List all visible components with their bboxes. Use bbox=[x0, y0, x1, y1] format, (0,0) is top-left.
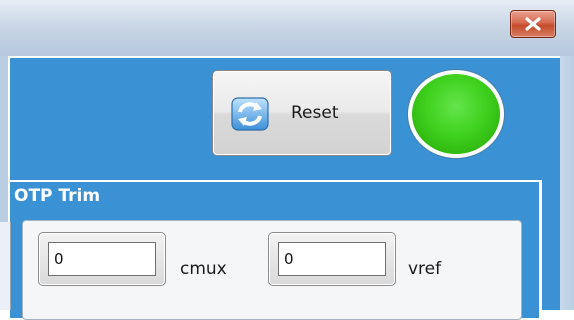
otp-trim-title: OTP Trim bbox=[14, 186, 101, 206]
vref-input[interactable] bbox=[279, 243, 385, 275]
window-title-bar bbox=[0, 0, 574, 57]
reset-button[interactable]: Reset bbox=[212, 70, 392, 156]
reset-label: Reset bbox=[291, 103, 339, 123]
cmux-field bbox=[38, 232, 166, 286]
cmux-input[interactable] bbox=[49, 243, 155, 275]
status-indicator-led bbox=[408, 70, 504, 158]
vref-label: vref bbox=[408, 259, 442, 279]
vref-field bbox=[268, 232, 396, 286]
adjacent-panel-edge bbox=[0, 222, 11, 310]
cmux-label: cmux bbox=[180, 259, 227, 279]
close-button[interactable] bbox=[510, 10, 556, 38]
refresh-icon bbox=[231, 97, 269, 131]
window-frame-right bbox=[560, 56, 574, 310]
close-x-icon bbox=[525, 17, 541, 31]
